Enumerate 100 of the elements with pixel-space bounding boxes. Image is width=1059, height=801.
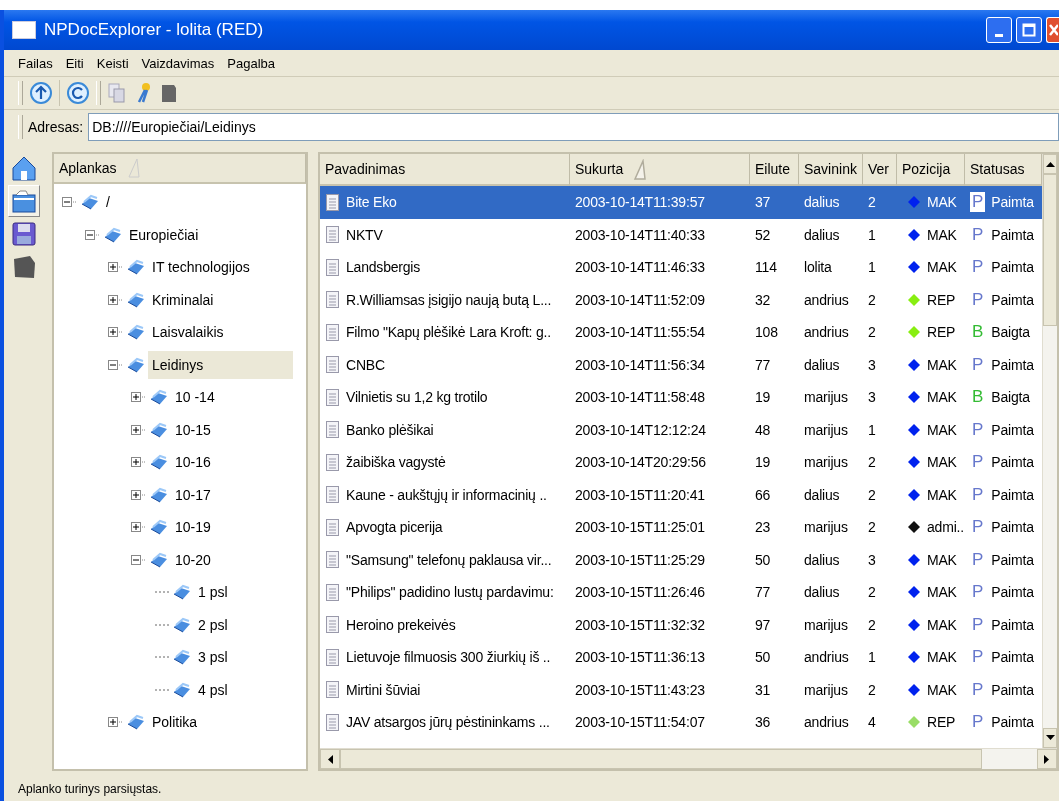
table-cell: 2003-10-15T11:20:41 — [575, 486, 705, 503]
table-cell: 4 — [868, 714, 876, 731]
column-header[interactable]: Pavadinimas — [320, 154, 570, 186]
tree-item[interactable]: 3 psl — [194, 643, 232, 672]
table-row[interactable]: Lietuvoje filmuosis 300 žiurkių iš .. 2003-10-15T11:36:13 50 andrius 1 MAK P Paimta — [320, 641, 1042, 674]
table-cell: dalius — [804, 226, 840, 243]
tree-item[interactable]: 10-17 — [171, 480, 215, 509]
table-row[interactable]: Mirtini šūviai 2003-10-15T11:43:23 31 marijus 2 MAK P Paimta — [320, 673, 1042, 706]
column-header[interactable]: Pozicija — [897, 154, 965, 186]
table-row[interactable]: Landsbergis 2003-10-14T11:46:33 114 lolita 1 MAK P Paimta — [320, 251, 1042, 284]
table-row[interactable]: žaibiška vagystė 2003-10-14T20:29:56 19 marijus 2 MAK P Paimta — [320, 446, 1042, 479]
table-cell: 108 — [755, 324, 778, 341]
table-row[interactable]: CNBC 2003-10-14T11:56:34 77 dalius 3 MAK P Paimta — [320, 348, 1042, 381]
vertical-scrollbar[interactable] — [1042, 154, 1057, 748]
tree-item[interactable]: 10 -14 — [171, 383, 219, 412]
column-header[interactable]: Aplankas — [54, 154, 306, 184]
tree-item[interactable]: 10-19 — [171, 513, 215, 542]
scroll-up-icon[interactable] — [1045, 161, 1055, 167]
table-row[interactable]: "Samsung" telefonų paklausa vir... 2003-10-15T11:25:29 50 dalius 3 MAK P Paimta — [320, 543, 1042, 576]
table-row[interactable]: Heroino prekeivės 2003-10-15T11:32:32 97 marijus 2 MAK P Paimta — [320, 608, 1042, 641]
expand-icon[interactable] — [108, 327, 124, 338]
table-row[interactable]: NKTV 2003-10-14T11:40:33 52 dalius 1 MAK P Paimta — [320, 218, 1042, 251]
scroll-down-icon[interactable] — [1045, 735, 1055, 741]
table-cell: 2 — [868, 681, 876, 698]
collapse-icon[interactable] — [85, 229, 101, 240]
expand-icon[interactable] — [131, 424, 147, 435]
scroll-thumb[interactable] — [340, 749, 982, 769]
tree-item[interactable]: 10-20 — [171, 545, 215, 574]
tree-item[interactable]: 10-16 — [171, 448, 215, 477]
menu-item[interactable]: Keisti — [96, 54, 129, 72]
expand-icon[interactable] — [108, 717, 124, 728]
table-cell: marijus — [804, 389, 848, 406]
expand-icon[interactable] — [131, 392, 147, 403]
table-row[interactable]: JAV atsargos jūrų pėstininkams ... 2003-10-15T11:54:07 36 andrius 4 REP P Paimta — [320, 706, 1042, 739]
menu-item[interactable]: Pagalba — [227, 54, 275, 72]
up-icon[interactable] — [29, 81, 53, 105]
folder-icon — [149, 485, 169, 504]
column-header[interactable]: Sukurta — [570, 154, 750, 186]
refresh-icon[interactable] — [66, 81, 90, 105]
tree-item[interactable]: / — [102, 188, 114, 217]
table-cell: Paimta — [991, 291, 1034, 308]
table-cell: 19 — [755, 389, 771, 406]
menu-item[interactable]: Vaizdavimas — [141, 54, 215, 72]
expand-icon[interactable] — [108, 294, 124, 305]
tree-item[interactable]: Laisvalaikis — [148, 318, 228, 347]
table-row[interactable]: Banko plėšikai 2003-10-14T12:12:24 48 marijus 1 MAK P Paimta — [320, 413, 1042, 446]
table-row[interactable]: R.Williamsas įsigijo naują butą L... 2003-10-14T11:52:09 32 andrius 2 REP P Paimta — [320, 283, 1042, 316]
scroll-left-icon[interactable] — [327, 754, 333, 764]
menu-item[interactable]: Eiti — [65, 54, 84, 72]
scroll-right-icon[interactable] — [1044, 754, 1050, 764]
table-row[interactable]: "Philips" padidino lustų pardavimu: 2003-10-15T11:26:46 77 dalius 2 MAK P Paimta — [320, 576, 1042, 609]
table-row[interactable]: Apvogta picerija 2003-10-15T11:25:01 23 marijus 2 admi.. P Paimta — [320, 511, 1042, 544]
scroll-thumb[interactable] — [1043, 174, 1057, 326]
column-header[interactable]: Savinink — [799, 154, 863, 186]
expand-icon[interactable] — [131, 457, 147, 468]
tree-item[interactable]: Europiečiai — [125, 220, 203, 249]
table-cell: 19 — [755, 454, 771, 471]
table-cell: 2003-10-14T11:58:48 — [575, 389, 705, 406]
table-row[interactable]: Bite Eko 2003-10-14T11:39:57 37 dalius 2 MAK P Paimta — [320, 186, 1042, 219]
status-letter: B — [971, 322, 985, 343]
table-row[interactable]: Kaune - aukštųjų ir informacinių .. 2003-10-15T11:20:41 66 dalius 2 MAK P Paimta — [320, 478, 1042, 511]
table-cell: REP — [927, 714, 956, 731]
tree-item[interactable]: 10-15 — [171, 415, 215, 444]
table-cell: Paimta — [991, 551, 1034, 568]
tree-item[interactable]: 2 psl — [194, 610, 232, 639]
tree-item[interactable]: IT technologijos — [148, 253, 254, 282]
table-cell: R.Williamsas įsigijo naują butą L... — [346, 291, 552, 308]
menu-item[interactable]: Failas — [18, 54, 53, 72]
tree-item[interactable]: Politika — [148, 708, 202, 737]
collapse-icon[interactable] — [108, 359, 124, 370]
close-button[interactable] — [1046, 17, 1059, 43]
column-header[interactable]: Ver — [863, 154, 897, 186]
address-field[interactable]: DB:////Europiečiai/Leidinys — [88, 113, 1059, 141]
document-icon — [325, 387, 340, 407]
paste-icon[interactable] — [159, 82, 179, 104]
table-row[interactable]: Filmo "Kapų plėšikė Lara Kroft: g.. 2003-10-14T11:55:54 108 andrius 2 REP B Baigta — [320, 316, 1042, 349]
expand-icon[interactable] — [108, 262, 124, 273]
document-icon — [325, 550, 340, 570]
status-letter: P — [971, 419, 985, 440]
table-cell: 2 — [868, 454, 876, 471]
expand-icon[interactable] — [131, 522, 147, 533]
tree-item[interactable]: 4 psl — [194, 675, 232, 704]
tree-item[interactable]: 1 psl — [194, 578, 232, 607]
table-cell: 1 — [868, 226, 876, 243]
tree-item[interactable]: Leidinys — [148, 350, 294, 379]
table-cell: dalius — [804, 551, 840, 568]
table-row[interactable]: Vilnietis su 1,2 kg trotilo 2003-10-14T11:58:48 19 marijus 3 MAK B Baigta — [320, 381, 1042, 414]
minimize-button[interactable] — [986, 17, 1012, 43]
collapse-icon[interactable] — [62, 197, 78, 208]
horizontal-scrollbar[interactable] — [320, 748, 1057, 769]
maximize-button[interactable] — [1016, 17, 1042, 43]
expand-icon[interactable] — [131, 489, 147, 500]
column-header[interactable]: Statusas — [965, 154, 1042, 186]
folder-button[interactable] — [8, 185, 40, 217]
tree-item[interactable]: Kriminalai — [148, 285, 218, 314]
collapse-icon[interactable] — [131, 554, 147, 565]
column-header[interactable]: Eilute — [750, 154, 799, 186]
folder-icon — [126, 355, 146, 374]
table-cell: Baigta — [991, 389, 1030, 406]
table-cell: 32 — [755, 291, 771, 308]
